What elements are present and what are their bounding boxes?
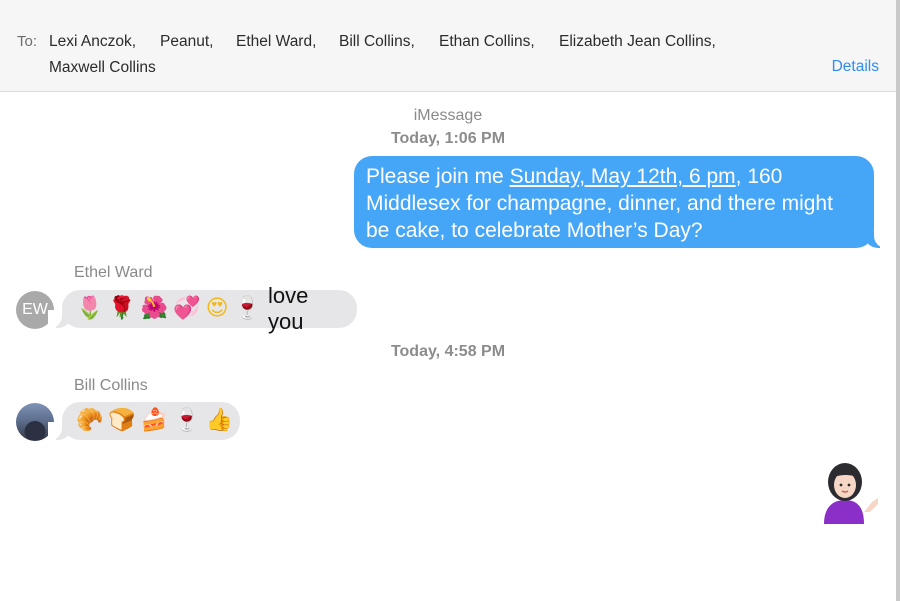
incoming-message-bubble[interactable]: 🥐 🍞 🍰 🍷 👍 xyxy=(48,402,240,440)
woman-tipping-hand-emoji[interactable] xyxy=(812,458,878,524)
woman-tipping-hand-icon xyxy=(824,463,878,524)
outgoing-message-bubble[interactable]: Please join me Sunday, May 12th, 6 pm, 1… xyxy=(354,156,888,248)
tulip-emoji: 🌷 xyxy=(76,296,104,321)
timestamp: Today, 4:58 PM xyxy=(390,343,506,360)
sender-name: Bill Collins xyxy=(74,377,148,394)
incoming-message-bubble[interactable]: 🌷 🌹 🌺 💞 😍 🍷 love you xyxy=(48,283,357,334)
recipient-peanut[interactable]: Peanut, xyxy=(160,33,213,51)
wine-glass-emoji: 🍷 xyxy=(233,296,261,321)
wine-glass-emoji: 🍷 xyxy=(173,408,201,433)
sender-name: Ethel Ward xyxy=(74,264,153,281)
to-label: To: xyxy=(17,33,38,50)
details-button[interactable]: Details xyxy=(832,58,879,76)
croissant-emoji: 🥐 xyxy=(76,408,104,433)
service-label: iMessage xyxy=(413,107,483,124)
recipient-ethel-ward[interactable]: Ethel Ward, xyxy=(236,33,316,51)
cake-emoji: 🍰 xyxy=(140,408,169,433)
rose-emoji: 🌹 xyxy=(108,296,136,321)
timestamp: Today, 1:06 PM xyxy=(390,130,506,147)
recipient-bill-collins[interactable]: Bill Collins, xyxy=(339,33,415,51)
recipient-lexi-anczok[interactable]: Lexi Anczok, xyxy=(49,33,136,51)
revolving-hearts-emoji: 💞 xyxy=(173,296,201,321)
recipients-header: To: Lexi Anczok, Peanut, Ethel Ward, Bil… xyxy=(0,0,896,92)
hibiscus-emoji: 🌺 xyxy=(140,296,169,321)
recipient-maxwell-collins[interactable]: Maxwell Collins xyxy=(49,59,156,77)
bread-emoji: 🍞 xyxy=(108,408,136,433)
window-edge xyxy=(896,0,900,601)
recipient-ethan-collins[interactable]: Ethan Collins, xyxy=(439,33,535,51)
thumbs-up-emoji: 👍 xyxy=(205,408,234,433)
avatar-initials: EW xyxy=(22,301,48,318)
date-link[interactable]: Sunday, May 12th, 6 pm xyxy=(510,165,736,188)
recipient-elizabeth-jean-collins[interactable]: Elizabeth Jean Collins, xyxy=(559,33,716,51)
heart-eyes-emoji: 😍 xyxy=(205,296,229,321)
message-text: love you xyxy=(267,283,309,334)
message-text: Please join me xyxy=(366,165,510,188)
